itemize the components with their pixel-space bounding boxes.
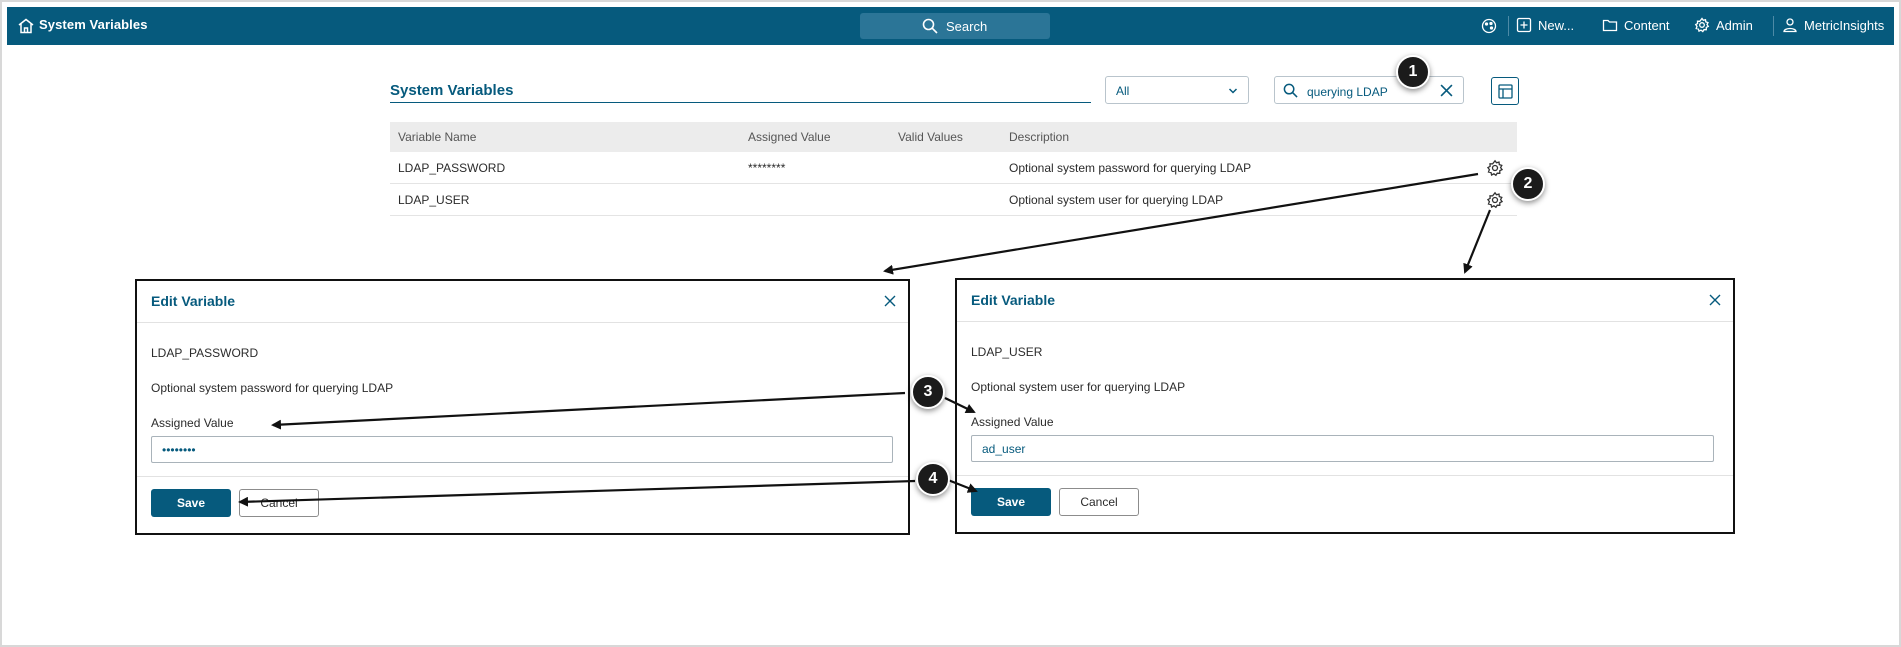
column-header-valid-values[interactable]: Valid Values — [898, 130, 963, 144]
column-header-description[interactable]: Description — [1009, 130, 1069, 144]
column-header-variable-name[interactable]: Variable Name — [398, 130, 476, 144]
plus-square-icon — [1516, 17, 1532, 33]
close-icon[interactable] — [1440, 84, 1453, 97]
table-layout-icon — [1498, 84, 1513, 99]
description-cell: Optional system user for querying LDAP — [1009, 193, 1224, 207]
search-icon — [1283, 83, 1298, 98]
gear-icon[interactable] — [1486, 191, 1504, 209]
dialog-variable-description: Optional system user for querying LDAP — [971, 380, 1186, 394]
cancel-button[interactable]: Cancel — [239, 489, 319, 517]
cancel-button[interactable]: Cancel — [1059, 488, 1139, 516]
close-icon[interactable] — [884, 295, 896, 307]
new-menu[interactable]: New... — [1516, 17, 1574, 33]
admin-menu[interactable]: Admin — [1694, 17, 1753, 33]
save-button[interactable]: Save — [971, 488, 1051, 516]
assigned-value-label: Assigned Value — [151, 416, 234, 430]
callout-badge-3: 3 — [911, 375, 945, 409]
description-cell: Optional system password for querying LD… — [1009, 161, 1252, 175]
new-menu-label: New... — [1538, 17, 1575, 33]
folder-icon — [1602, 19, 1618, 32]
palette-icon[interactable] — [1481, 18, 1497, 34]
table-row[interactable]: LDAP_PASSWORD ******** Optional system p… — [390, 152, 1517, 184]
filter-select-value: All — [1116, 84, 1130, 98]
dialog-title: Edit Variable — [971, 292, 1056, 308]
gear-icon[interactable] — [1486, 159, 1504, 177]
edit-variable-dialog-user: Edit Variable LDAP_USER Optional system … — [955, 278, 1735, 534]
home-icon[interactable] — [17, 17, 35, 35]
page-title: System Variables — [390, 82, 514, 99]
close-icon[interactable] — [1709, 294, 1721, 306]
content-menu[interactable]: Content — [1602, 17, 1670, 33]
variable-name-cell: LDAP_PASSWORD — [398, 161, 506, 175]
dialog-title: Edit Variable — [151, 293, 236, 309]
nav-divider — [1773, 16, 1774, 36]
save-button[interactable]: Save — [151, 489, 231, 517]
assigned-value-input[interactable]: •••••••• — [151, 436, 893, 463]
variable-name-cell: LDAP_USER — [398, 193, 470, 207]
title-underline — [390, 102, 1091, 103]
search-icon — [922, 18, 938, 34]
edit-variable-dialog-password: Edit Variable LDAP_PASSWORD Optional sys… — [135, 279, 910, 535]
assigned-value-cell: ******** — [748, 161, 786, 175]
table-layout-button[interactable] — [1491, 77, 1519, 105]
dialog-footer-divider — [137, 476, 908, 477]
content-menu-label: Content — [1624, 17, 1670, 33]
gear-icon — [1694, 17, 1710, 33]
top-navigation-bar: System Variables Search New... Content A… — [7, 7, 1894, 45]
variable-filter-select[interactable]: All — [1105, 76, 1249, 104]
column-header-assigned-value[interactable]: Assigned Value — [748, 130, 831, 144]
table-row[interactable]: LDAP_USER Optional system user for query… — [390, 184, 1517, 216]
dialog-variable-name: LDAP_PASSWORD — [151, 346, 259, 360]
dialog-variable-name: LDAP_USER — [971, 345, 1043, 359]
user-menu[interactable]: MetricInsights — [1782, 17, 1884, 33]
dialog-header: Edit Variable — [137, 281, 908, 323]
dialog-footer-divider — [957, 475, 1733, 476]
user-icon — [1783, 18, 1797, 33]
admin-menu-label: Admin — [1716, 17, 1753, 33]
callout-badge-4: 4 — [916, 462, 950, 496]
callout-badge-1: 1 — [1396, 55, 1430, 89]
dialog-variable-description: Optional system password for querying LD… — [151, 381, 394, 395]
search-filter-input[interactable]: querying LDAP — [1274, 76, 1464, 104]
dialog-header: Edit Variable — [957, 280, 1733, 322]
app-title: System Variables — [39, 17, 148, 32]
global-search[interactable]: Search — [860, 13, 1050, 39]
table-header: Variable Name Assigned Value Valid Value… — [390, 122, 1517, 152]
assigned-value-input[interactable]: ad_user — [971, 435, 1714, 462]
assigned-value-label: Assigned Value — [971, 415, 1054, 429]
nav-divider — [1508, 16, 1509, 36]
system-variables-table: Variable Name Assigned Value Valid Value… — [390, 122, 1517, 216]
chevron-down-icon — [1228, 88, 1238, 94]
callout-badge-2: 2 — [1511, 167, 1545, 201]
search-filter-value: querying LDAP — [1307, 85, 1388, 99]
search-label: Search — [946, 19, 988, 34]
user-menu-label: MetricInsights — [1804, 17, 1885, 33]
